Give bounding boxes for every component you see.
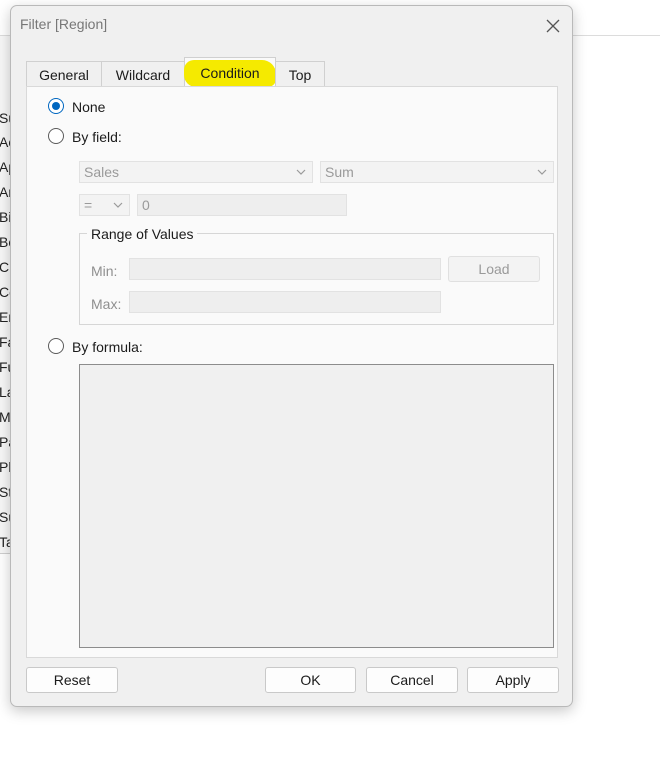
- aggregation-select[interactable]: Sum: [320, 161, 554, 183]
- tab-condition[interactable]: Condition: [184, 57, 276, 88]
- by-field-label: By field:: [72, 129, 122, 145]
- tab-condition-label: Condition: [184, 59, 276, 87]
- field-select[interactable]: Sales: [79, 161, 313, 183]
- by-field-radio[interactable]: [48, 128, 64, 144]
- min-label: Min:: [91, 263, 118, 279]
- range-group-title: Range of Values: [87, 226, 198, 242]
- value-input[interactable]: 0: [137, 194, 347, 216]
- tab-general[interactable]: General: [26, 61, 102, 87]
- none-label: None: [72, 99, 106, 115]
- close-button[interactable]: [541, 14, 565, 38]
- by-formula-radio[interactable]: [48, 338, 64, 354]
- tab-top[interactable]: Top: [275, 61, 325, 87]
- chevron-down-icon: [537, 169, 547, 175]
- ok-button[interactable]: OK: [265, 667, 356, 693]
- apply-button[interactable]: Apply: [467, 667, 559, 693]
- dialog-title: Filter [Region]: [20, 16, 108, 32]
- condition-panel: None By field: Sales Sum = 0 Range of Va…: [26, 86, 558, 658]
- close-icon: [546, 19, 560, 33]
- none-radio[interactable]: [48, 98, 64, 114]
- by-formula-label: By formula:: [72, 339, 143, 355]
- chevron-down-icon: [296, 169, 306, 175]
- chevron-down-icon: [113, 202, 123, 208]
- min-input[interactable]: [129, 258, 441, 280]
- tab-wildcard[interactable]: Wildcard: [101, 61, 185, 87]
- cancel-button[interactable]: Cancel: [366, 667, 458, 693]
- max-label: Max:: [91, 296, 122, 312]
- max-input[interactable]: [129, 291, 441, 313]
- load-button[interactable]: Load: [448, 256, 540, 282]
- operator-select[interactable]: =: [79, 194, 130, 216]
- filter-dialog: Filter [Region] General Wildcard Conditi…: [10, 5, 573, 707]
- reset-button[interactable]: Reset: [26, 667, 118, 693]
- operator-select-value: =: [84, 197, 93, 213]
- field-select-value: Sales: [84, 164, 120, 180]
- formula-textarea[interactable]: [79, 364, 554, 648]
- aggregation-select-value: Sum: [325, 164, 354, 180]
